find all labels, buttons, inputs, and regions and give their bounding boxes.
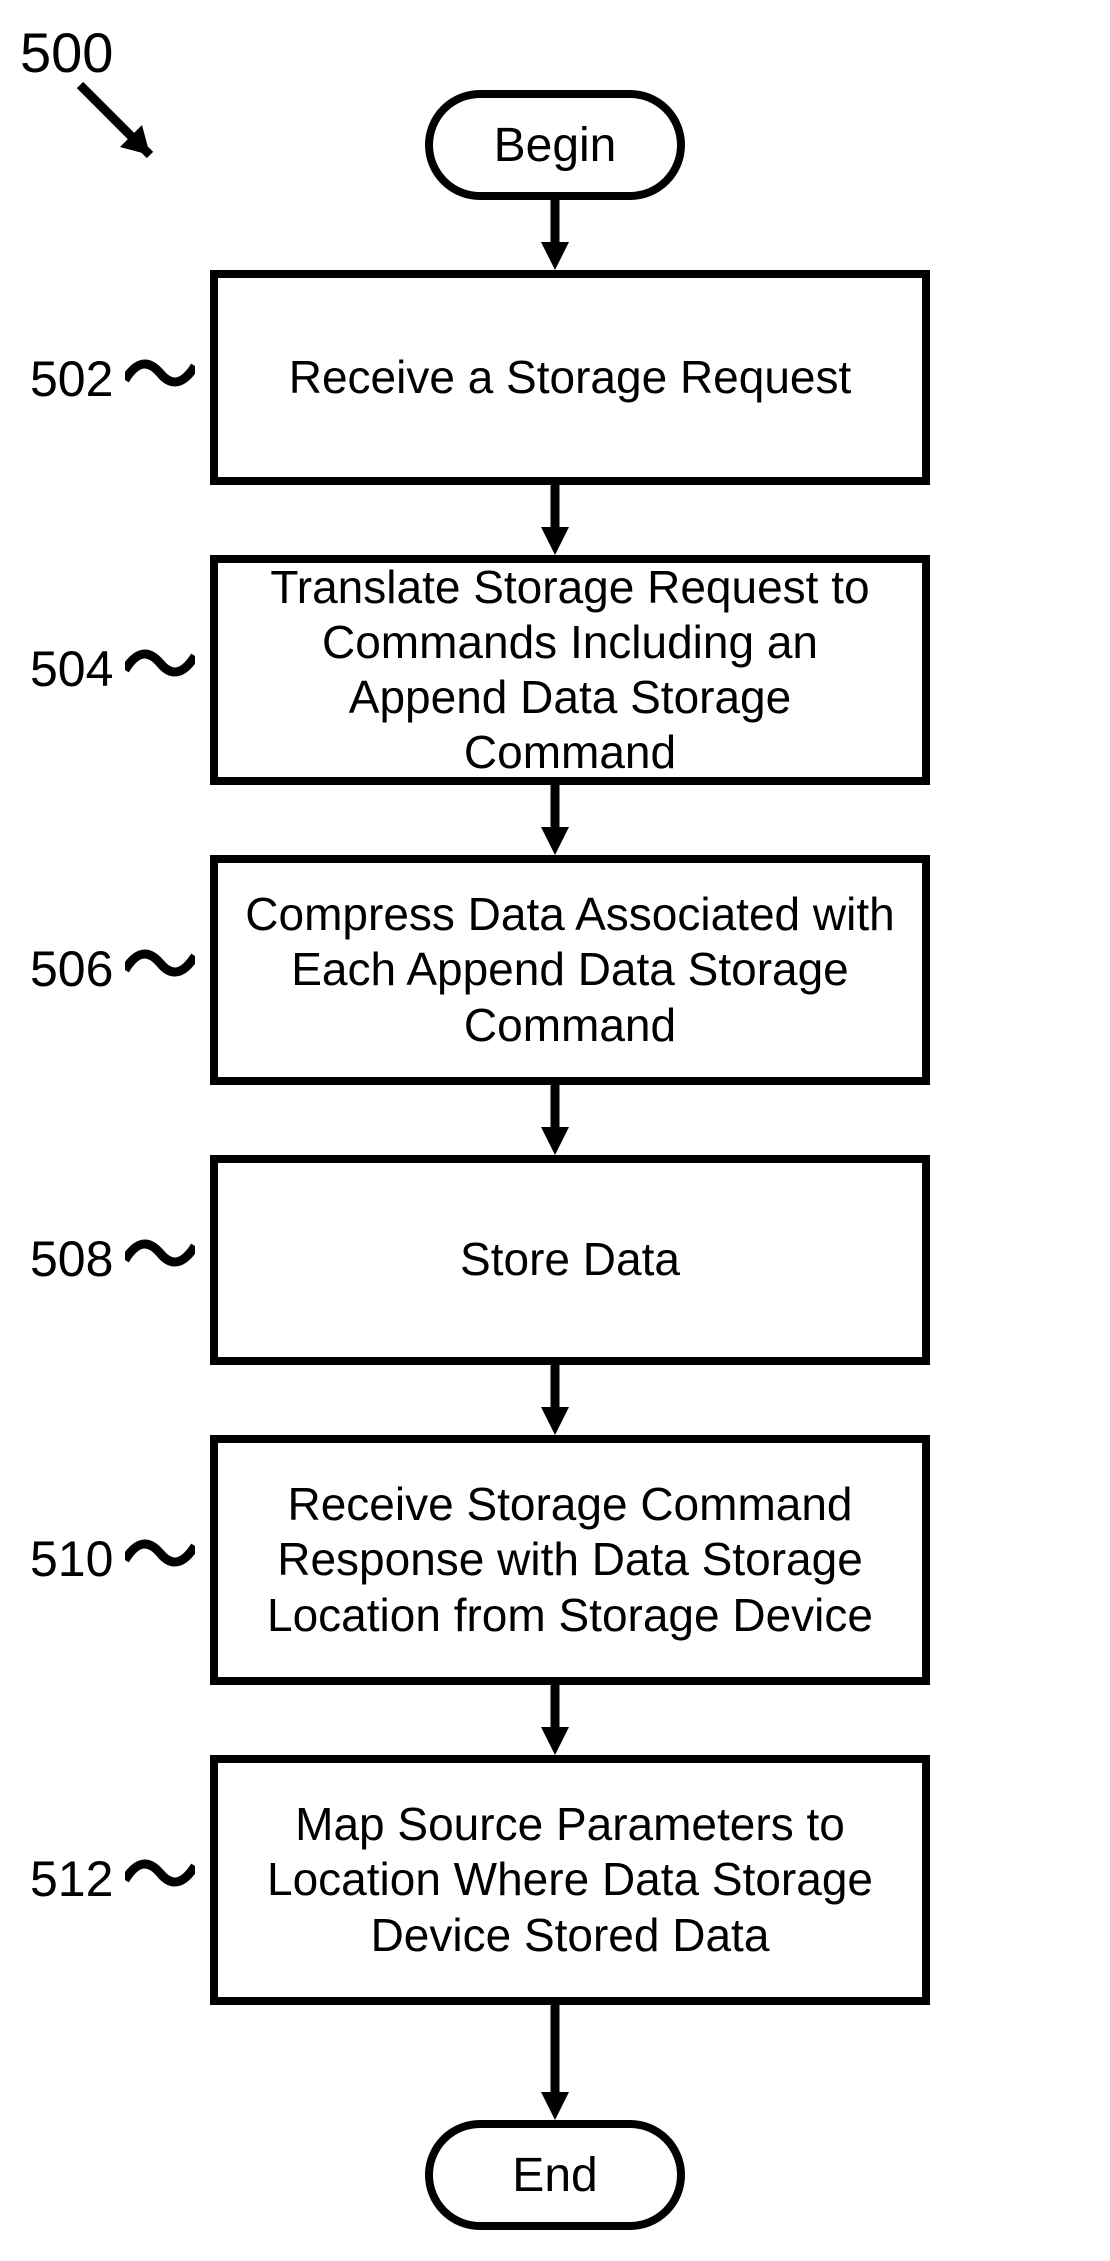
step-number-508: 508 — [30, 1230, 113, 1288]
step-connector-tilde — [125, 1858, 195, 1888]
step-connector-tilde — [125, 1238, 195, 1268]
step-box-506: Compress Data Associated with Each Appen… — [210, 855, 930, 1085]
step-box-504: Translate Storage Request to Commands In… — [210, 555, 930, 785]
step-text: Compress Data Associated with Each Appen… — [238, 887, 902, 1053]
figure-pointer-arrow — [70, 75, 180, 185]
step-box-510: Receive Storage Command Response with Da… — [210, 1435, 930, 1685]
connector — [535, 2005, 575, 2120]
connector — [535, 1085, 575, 1155]
step-number-510: 510 — [30, 1530, 113, 1588]
step-box-502: Receive a Storage Request — [210, 270, 930, 485]
flowchart-canvas: 500 Begin Receive a Storage Request 502 … — [0, 0, 1110, 2261]
step-number-502: 502 — [30, 350, 113, 408]
connector — [535, 785, 575, 855]
step-connector-tilde — [125, 358, 195, 388]
step-box-512: Map Source Parameters to Location Where … — [210, 1755, 930, 2005]
step-number-506: 506 — [30, 940, 113, 998]
connector — [535, 1685, 575, 1755]
step-text: Store Data — [460, 1232, 680, 1287]
step-text: Map Source Parameters to Location Where … — [238, 1797, 902, 1963]
terminal-begin: Begin — [425, 90, 685, 200]
connector — [535, 485, 575, 555]
connector — [535, 1365, 575, 1435]
step-connector-tilde — [125, 1538, 195, 1568]
connector — [535, 200, 575, 270]
step-box-508: Store Data — [210, 1155, 930, 1365]
step-connector-tilde — [125, 648, 195, 678]
step-text: Translate Storage Request to Commands In… — [238, 560, 902, 781]
step-text: Receive Storage Command Response with Da… — [238, 1477, 902, 1643]
terminal-end: End — [425, 2120, 685, 2230]
step-number-512: 512 — [30, 1850, 113, 1908]
step-text: Receive a Storage Request — [289, 350, 852, 405]
step-connector-tilde — [125, 948, 195, 978]
step-number-504: 504 — [30, 640, 113, 698]
